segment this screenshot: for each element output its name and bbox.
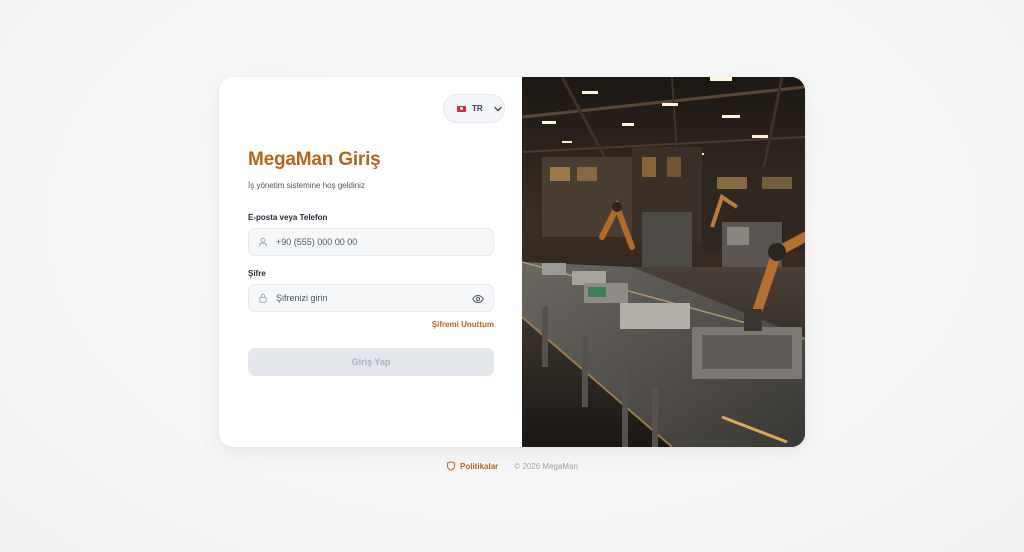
flag-icon <box>457 105 466 112</box>
login-button[interactable]: Giriş Yap <box>248 348 494 376</box>
page-title: MegaMan Giriş <box>248 149 381 170</box>
language-selector[interactable]: TR <box>443 94 505 123</box>
login-panel: TR MegaMan Giriş İş yönetim sistemine ho… <box>219 77 522 447</box>
password-label: Şifre <box>248 269 266 278</box>
forgot-password-link[interactable]: Şifremi Unuttum <box>432 320 494 329</box>
policies-link[interactable]: Politikalar <box>446 461 498 471</box>
email-field-wrapper <box>248 228 494 256</box>
email-label: E-posta veya Telefon <box>248 213 328 222</box>
password-field-wrapper <box>248 284 494 312</box>
user-icon <box>258 237 268 247</box>
email-field[interactable] <box>276 237 493 247</box>
factory-illustration <box>522 77 805 447</box>
chevron-down-icon <box>494 106 502 111</box>
shield-icon <box>446 461 456 471</box>
factory-image <box>522 77 805 447</box>
footer: Politikalar © 2026 MegaMan <box>0 461 1024 471</box>
copyright-text: © 2026 MegaMan <box>514 461 578 471</box>
language-code: TR <box>472 104 483 113</box>
lock-icon <box>259 293 267 303</box>
policies-label: Politikalar <box>460 461 499 471</box>
eye-icon[interactable] <box>472 293 484 305</box>
page-subtitle: İş yönetim sistemine hoş geldiniz <box>248 181 365 190</box>
password-field[interactable] <box>276 293 493 303</box>
login-card: TR MegaMan Giriş İş yönetim sistemine ho… <box>219 77 805 447</box>
